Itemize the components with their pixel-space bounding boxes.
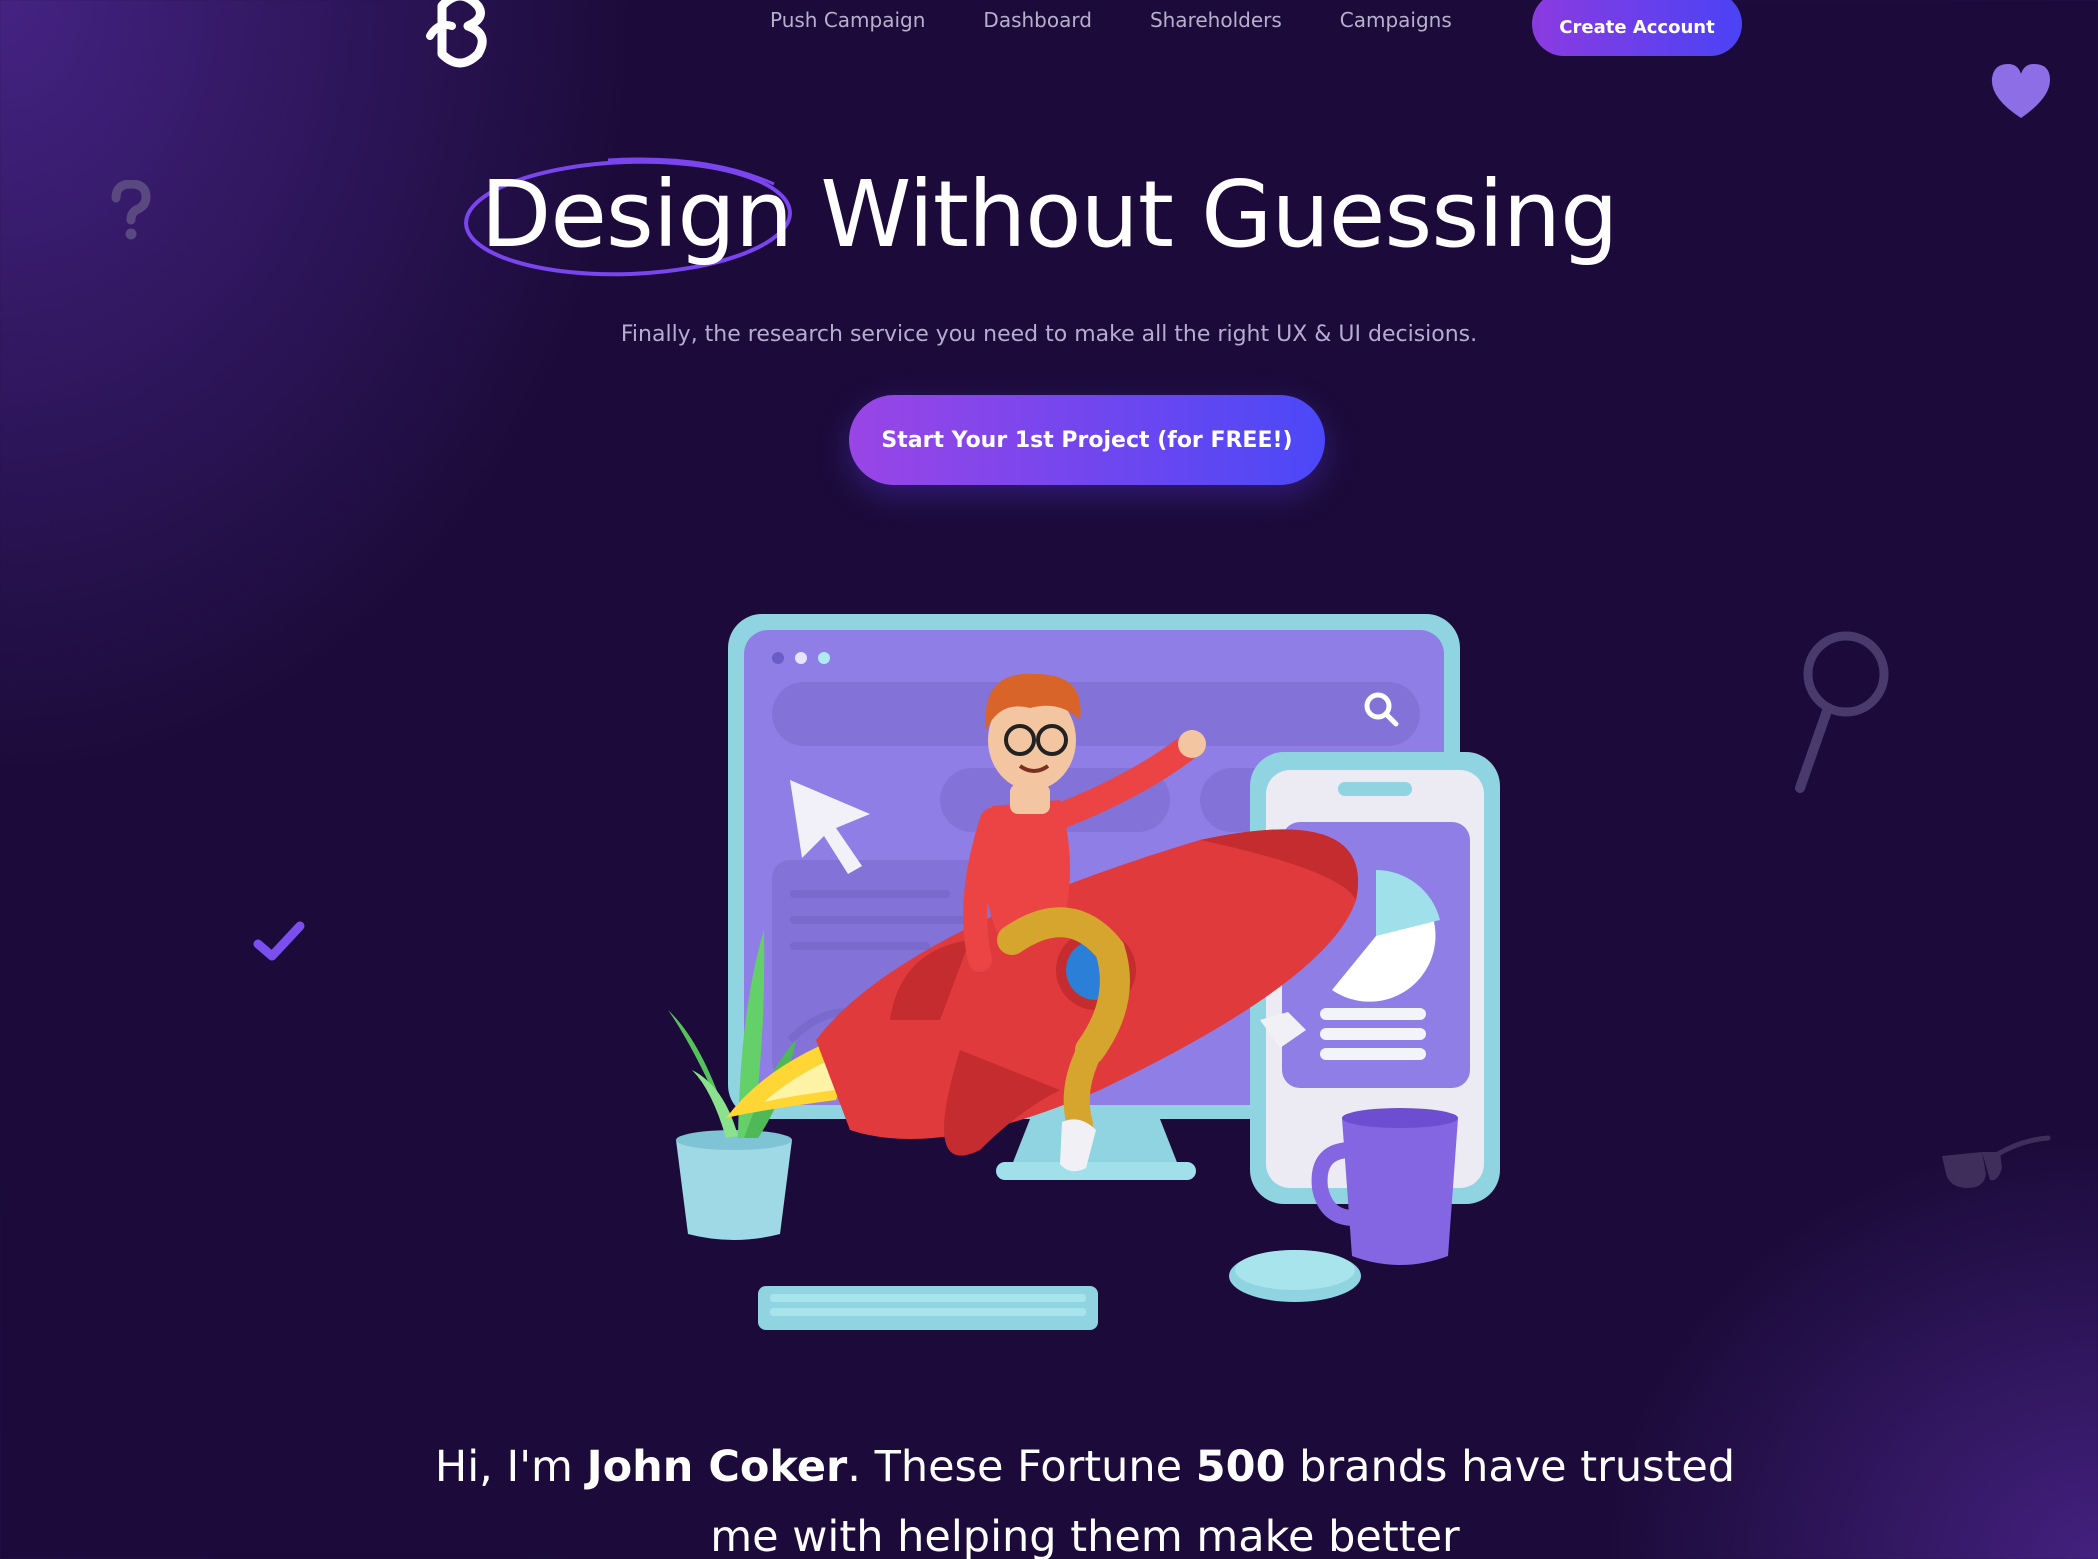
start-project-button[interactable]: Start Your 1st Project (for FREE!) xyxy=(849,395,1325,485)
heart-icon xyxy=(1991,64,2050,118)
checkmark-icon xyxy=(253,921,305,961)
hero-title-highlight: Design xyxy=(464,157,793,277)
hero-title: Design Without Guessing xyxy=(0,157,2098,277)
create-account-button[interactable]: Create Account xyxy=(1532,0,1742,56)
intro-line2: me with helping them make better xyxy=(710,1512,1460,1559)
intro-text: Hi, I'm John Coker. These Fortune 500 br… xyxy=(360,1432,1810,1559)
rocket-developer-illustration xyxy=(668,614,1500,1330)
question-mark-icon xyxy=(111,180,151,240)
landing-page: Push Campaign Dashboard Shareholders Cam… xyxy=(0,0,2098,1559)
main-nav: Push Campaign Dashboard Shareholders Cam… xyxy=(770,8,1452,32)
hero-subtitle: Finally, the research service you need t… xyxy=(620,322,1478,347)
intro-name: John Coker xyxy=(586,1442,848,1492)
nav-shareholders[interactable]: Shareholders xyxy=(1150,8,1282,32)
nav-push-campaign[interactable]: Push Campaign xyxy=(770,8,925,32)
nav-campaigns[interactable]: Campaigns xyxy=(1340,8,1452,32)
brand-logo-icon[interactable] xyxy=(420,0,500,72)
intro-number: 500 xyxy=(1195,1442,1286,1492)
nav-dashboard[interactable]: Dashboard xyxy=(983,8,1092,32)
magnifier-icon xyxy=(1795,631,1889,793)
hero-title-rest: Without Guessing xyxy=(792,161,1618,268)
glasses-icon xyxy=(1942,1135,2051,1188)
